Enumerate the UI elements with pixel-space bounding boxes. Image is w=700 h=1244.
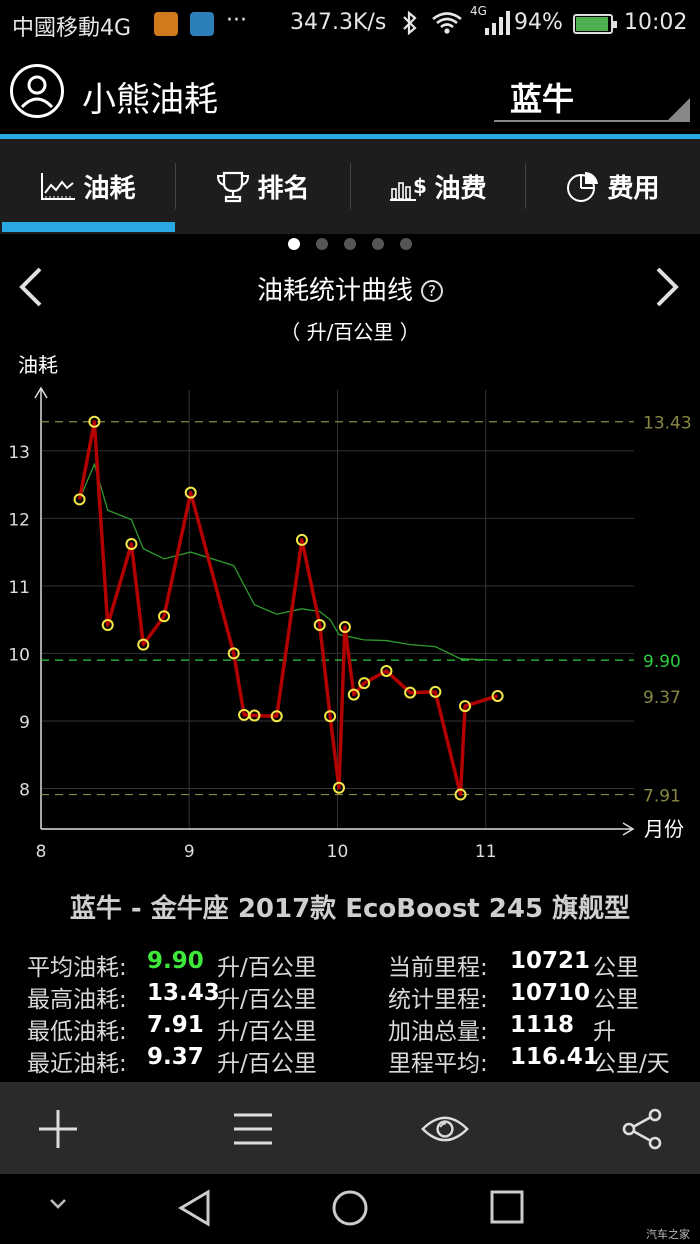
share-icon[interactable]: [617, 1104, 667, 1154]
signal-icon: [484, 10, 510, 42]
tab-bar: 油耗 排名 $ 油费 费用: [0, 139, 700, 234]
reference-line-label: 9.90: [643, 652, 681, 672]
x-tick-label: 9: [184, 842, 195, 862]
battery-percentage: 94%: [514, 10, 563, 35]
page-dot[interactable]: [316, 238, 328, 250]
menu-icon[interactable]: [228, 1104, 278, 1154]
more-notifications-icon: ···: [226, 8, 247, 33]
fuel-consumption-chart: 8 9 10 11 12 13 8 9 10 11 油耗月份 13.43 9.90 7.91 9.37: [8, 353, 692, 862]
chevron-down-icon[interactable]: [44, 1194, 72, 1218]
car-selector-dropdown[interactable]: 蓝牛: [494, 64, 690, 122]
home-icon[interactable]: [330, 1188, 370, 1232]
tab-fuel-cost[interactable]: $ 油费: [350, 139, 525, 234]
stat-unit: 升: [593, 1019, 616, 1045]
chart-title-text: 油耗统计曲线: [256, 276, 413, 306]
stat-label: 当前里程:: [388, 955, 488, 981]
stat-label: 统计里程:: [388, 987, 488, 1013]
tab-label: 油耗: [83, 174, 136, 204]
clock: 10:02: [624, 10, 688, 35]
battery-icon: [573, 14, 617, 34]
status-bar: 中國移動4G ··· 347.3K/s 4G 94% 10:02: [0, 0, 700, 48]
battery-level: [576, 17, 608, 31]
reference-line-label: 7.91: [643, 787, 681, 807]
y-tick-label: 8: [19, 780, 30, 800]
stat-unit: 升/百公里: [217, 955, 317, 981]
stat-label: 最低油耗:: [27, 1019, 127, 1045]
eye-icon[interactable]: [420, 1104, 470, 1154]
tab-ranking[interactable]: 排名: [175, 139, 350, 234]
page-dot[interactable]: [288, 238, 300, 250]
line-chart-icon: [39, 171, 77, 203]
recent-apps-icon[interactable]: [488, 1188, 528, 1232]
tab-label: 排名: [257, 174, 310, 204]
y-tick-label: 10: [8, 645, 30, 665]
x-tick-label: 8: [36, 842, 47, 862]
stat-value: 10710: [510, 980, 591, 1006]
notification-app-icon-2: [190, 12, 214, 36]
x-tick-label: 10: [327, 842, 349, 862]
page-indicator: [0, 238, 700, 252]
tab-expenses[interactable]: 费用: [525, 139, 700, 234]
user-avatar-icon[interactable]: [10, 64, 64, 118]
stat-label: 最近油耗:: [27, 1051, 127, 1077]
y-tick-label: 9: [19, 713, 30, 733]
bottom-toolbar: [0, 1082, 700, 1174]
tab-fuel-consumption[interactable]: 油耗: [0, 139, 175, 234]
stat-unit: 升/百公里: [217, 1019, 317, 1045]
y-tick-label: 11: [8, 578, 30, 598]
stat-value: 116.41: [510, 1044, 599, 1070]
stat-value: 13.43: [147, 980, 220, 1006]
page-dot[interactable]: [400, 238, 412, 250]
stat-value: 9.37: [147, 1044, 204, 1070]
stat-label: 平均油耗:: [27, 955, 127, 981]
pie-chart-icon: [565, 170, 601, 204]
y-tick-label: 13: [8, 443, 30, 463]
carrier-label: 中國移動4G: [12, 16, 132, 41]
trophy-icon: [215, 170, 251, 204]
bar-dollar-icon: $: [388, 171, 428, 203]
app-title: 小熊油耗: [82, 80, 218, 120]
x-axis-label: 月份: [644, 817, 684, 841]
y-tick-label: 12: [8, 510, 30, 530]
stat-label: 里程平均:: [388, 1051, 488, 1077]
recent-value-label: 9.37: [643, 688, 681, 708]
chart-title: 油耗统计曲线?: [0, 270, 700, 307]
watermark: 汽车之家: [646, 1228, 690, 1241]
vehicle-model: 蓝牛 - 金牛座 2017款 EcoBoost 245 旗舰型: [69, 894, 631, 924]
wifi-icon: [430, 10, 464, 42]
stat-value: 10721: [510, 948, 591, 974]
stat-unit: 公里: [593, 987, 639, 1013]
app-header: 小熊油耗 蓝牛: [0, 48, 700, 136]
stat-label: 最高油耗:: [27, 987, 127, 1013]
system-navigation-bar: [0, 1174, 700, 1244]
consumption-line: [77, 419, 499, 797]
x-tick-label: 11: [475, 842, 497, 862]
plus-icon[interactable]: [33, 1104, 83, 1154]
tab-label: 油费: [434, 174, 487, 204]
stat-unit: 升/百公里: [217, 987, 317, 1013]
stat-label: 加油总量:: [388, 1019, 488, 1045]
svg-text:$: $: [413, 174, 427, 198]
notification-app-icon: [154, 12, 178, 36]
y-axis-label: 油耗: [18, 353, 58, 377]
stat-value: 1118: [510, 1012, 575, 1038]
network-speed: 347.3K/s: [290, 10, 387, 35]
stat-value: 7.91: [147, 1012, 204, 1038]
bluetooth-icon: [400, 10, 420, 42]
dropdown-caret-icon: [668, 98, 690, 120]
page-dot[interactable]: [372, 238, 384, 250]
stat-unit: 公里/天: [593, 1051, 670, 1077]
stat-unit: 公里: [593, 955, 639, 981]
selected-car-name: 蓝牛: [510, 80, 575, 118]
help-icon[interactable]: ?: [421, 280, 443, 302]
back-icon[interactable]: [176, 1188, 216, 1232]
stat-unit: 升/百公里: [217, 1051, 317, 1077]
stat-value: 9.90: [147, 948, 204, 974]
tab-label: 费用: [607, 174, 660, 204]
reference-line-label: 13.43: [643, 414, 692, 434]
page-dot[interactable]: [344, 238, 356, 250]
